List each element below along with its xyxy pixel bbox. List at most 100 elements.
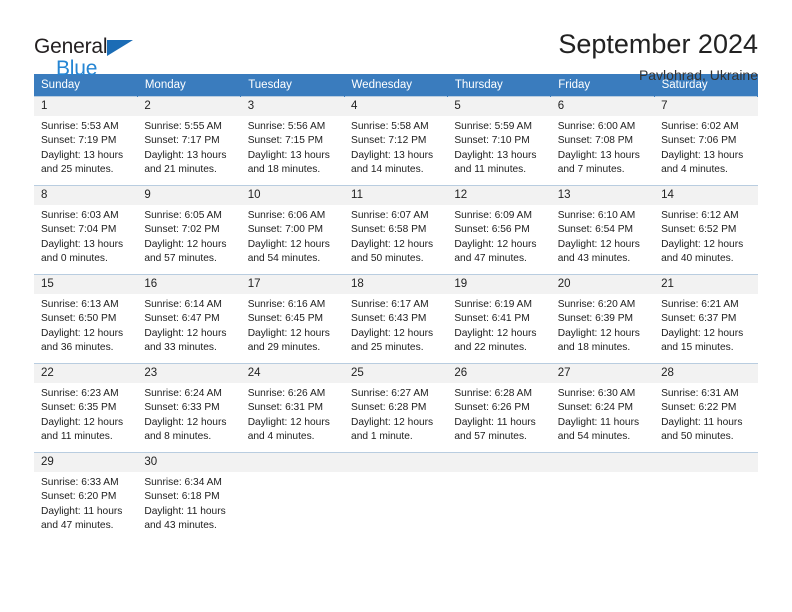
daylight-text-line1: Daylight: 12 hours bbox=[661, 238, 744, 250]
sunset-text: Sunset: 6:45 PM bbox=[247, 313, 324, 325]
calendar-day-cell[interactable]: 3 Sunrise: 5:56 AM Sunset: 7:15 PM Daylight… bbox=[240, 96, 345, 186]
calendar-day-cell[interactable]: 24 Sunrise: 6:26 AM Sunset: 6:31 PM Dayligh… bbox=[240, 363, 345, 453]
calendar-day-cell[interactable]: 28 Sunrise: 6:31 AM Sunset: 6:22 PM Dayligh… bbox=[654, 363, 758, 453]
weekday-header-wednesday: Wednesday bbox=[344, 74, 448, 97]
calendar-day-cell[interactable]: 26 Sunrise: 6:28 AM Sunset: 6:26 PM Dayligh… bbox=[447, 363, 551, 453]
day-cell-inner: 10 Sunrise: 6:06 AM Sunset: 7:00 PM Dayligh… bbox=[240, 186, 345, 274]
day-cell-inner: 30 Sunrise: 6:34 AM Sunset: 6:18 PM Dayligh… bbox=[137, 453, 241, 542]
calendar-day-cell[interactable]: 18 Sunrise: 6:17 AM Sunset: 6:43 PM Dayligh… bbox=[344, 274, 448, 364]
calendar-day-cell[interactable]: 21 Sunrise: 6:21 AM Sunset: 6:37 PM Dayligh… bbox=[654, 274, 758, 364]
day-sun-info: Sunrise: 6:00 AM Sunset: 7:08 PM Daylight:… bbox=[551, 116, 654, 178]
sunrise-text: Sunrise: 6:12 AM bbox=[661, 210, 739, 221]
daylight-text-line1: Daylight: 13 hours bbox=[247, 149, 330, 161]
day-number: 5 bbox=[447, 97, 551, 116]
day-sun-info: Sunrise: 6:21 AM Sunset: 6:37 PM Daylight:… bbox=[654, 294, 757, 356]
calendar-page: General Blue September 2024 Pavlohrad, U… bbox=[0, 0, 792, 612]
day-sun-info: Sunrise: 5:55 AM Sunset: 7:17 PM Daylight:… bbox=[137, 116, 240, 178]
calendar-day-cell[interactable]: 25 Sunrise: 6:27 AM Sunset: 6:28 PM Dayligh… bbox=[344, 363, 448, 453]
daylight-text-line1: Daylight: 12 hours bbox=[557, 327, 640, 339]
daylight-text-line1: Daylight: 13 hours bbox=[41, 238, 124, 250]
calendar-day-cell[interactable]: 11 Sunrise: 6:07 AM Sunset: 6:58 PM Dayligh… bbox=[344, 185, 448, 275]
calendar-day-cell[interactable]: 8 Sunrise: 6:03 AM Sunset: 7:04 PM Daylight… bbox=[34, 185, 138, 275]
daylight-text-line1: Daylight: 12 hours bbox=[144, 327, 227, 339]
calendar-day-cell[interactable]: 19 Sunrise: 6:19 AM Sunset: 6:41 PM Dayligh… bbox=[447, 274, 551, 364]
calendar-day-cell[interactable]: 29 Sunrise: 6:33 AM Sunset: 6:20 PM Dayligh… bbox=[34, 452, 138, 542]
sunrise-text: Sunrise: 6:19 AM bbox=[454, 299, 532, 310]
calendar-day-cell[interactable]: 22 Sunrise: 6:23 AM Sunset: 6:35 PM Dayligh… bbox=[34, 363, 138, 453]
daylight-text-line2: and 0 minutes. bbox=[41, 253, 108, 265]
sunrise-text: Sunrise: 6:07 AM bbox=[351, 210, 429, 221]
day-sun-info: Sunrise: 6:31 AM Sunset: 6:22 PM Daylight:… bbox=[654, 383, 757, 445]
day-sun-info: Sunrise: 5:53 AM Sunset: 7:19 PM Daylight:… bbox=[34, 116, 137, 178]
logo-general-text: General bbox=[34, 35, 108, 58]
day-number: 3 bbox=[240, 97, 345, 116]
calendar-day-cell[interactable]: 5 Sunrise: 5:59 AM Sunset: 7:10 PM Daylight… bbox=[447, 96, 551, 186]
calendar-day-cell[interactable]: 9 Sunrise: 6:05 AM Sunset: 7:02 PM Daylight… bbox=[137, 185, 241, 275]
calendar-table: Sunday Monday Tuesday Wednesday Thursday… bbox=[34, 74, 759, 542]
day-number: 15 bbox=[34, 275, 138, 294]
calendar-day-cell[interactable]: 16 Sunrise: 6:14 AM Sunset: 6:47 PM Dayligh… bbox=[137, 274, 241, 364]
daylight-text-line1: Daylight: 13 hours bbox=[661, 149, 744, 161]
day-number bbox=[654, 453, 758, 472]
daylight-text-line2: and 1 minute. bbox=[351, 431, 413, 443]
daylight-text-line1: Daylight: 12 hours bbox=[351, 327, 434, 339]
daylight-text-line1: Daylight: 11 hours bbox=[41, 505, 123, 517]
daylight-text-line1: Daylight: 12 hours bbox=[454, 327, 537, 339]
daylight-text-line2: and 4 minutes. bbox=[661, 164, 728, 176]
day-number: 17 bbox=[240, 275, 345, 294]
calendar-day-cell[interactable]: 23 Sunrise: 6:24 AM Sunset: 6:33 PM Dayligh… bbox=[137, 363, 241, 453]
calendar-day-cell[interactable]: 2 Sunrise: 5:55 AM Sunset: 7:17 PM Daylight… bbox=[137, 96, 241, 186]
calendar-day-cell[interactable]: 1 Sunrise: 5:53 AM Sunset: 7:19 PM Daylight… bbox=[34, 96, 138, 186]
calendar-day-cell[interactable]: 7 Sunrise: 6:02 AM Sunset: 7:06 PM Daylight… bbox=[654, 96, 758, 186]
daylight-text-line2: and 47 minutes. bbox=[454, 253, 527, 265]
calendar-day-cell[interactable]: 15 Sunrise: 6:13 AM Sunset: 6:50 PM Dayligh… bbox=[34, 274, 138, 364]
day-sun-info: Sunrise: 6:28 AM Sunset: 6:26 PM Daylight:… bbox=[447, 383, 550, 445]
day-number bbox=[550, 453, 655, 472]
calendar-day-cell[interactable]: 17 Sunrise: 6:16 AM Sunset: 6:45 PM Dayligh… bbox=[240, 274, 345, 364]
daylight-text-line1: Daylight: 12 hours bbox=[557, 238, 640, 250]
daylight-text-line2: and 57 minutes. bbox=[144, 253, 217, 265]
daylight-text-line1: Daylight: 12 hours bbox=[144, 238, 227, 250]
calendar-day-cell[interactable]: 12 Sunrise: 6:09 AM Sunset: 6:56 PM Dayligh… bbox=[447, 185, 551, 275]
day-sun-info: Sunrise: 6:34 AM Sunset: 6:18 PM Daylight:… bbox=[137, 472, 240, 534]
day-sun-info: Sunrise: 6:03 AM Sunset: 7:04 PM Daylight:… bbox=[34, 205, 137, 267]
day-sun-info: Sunrise: 6:02 AM Sunset: 7:06 PM Daylight:… bbox=[654, 116, 757, 178]
sunset-text: Sunset: 6:28 PM bbox=[351, 402, 427, 414]
calendar-day-cell[interactable]: 10 Sunrise: 6:06 AM Sunset: 7:00 PM Dayligh… bbox=[240, 185, 345, 275]
daylight-text-line1: Daylight: 11 hours bbox=[144, 505, 226, 517]
sunset-text: Sunset: 7:17 PM bbox=[144, 135, 220, 147]
sunset-text: Sunset: 7:15 PM bbox=[247, 135, 324, 147]
calendar-day-cell[interactable]: 30 Sunrise: 6:34 AM Sunset: 6:18 PM Dayligh… bbox=[137, 452, 241, 542]
calendar-day-cell[interactable]: 4 Sunrise: 5:58 AM Sunset: 7:12 PM Daylight… bbox=[344, 96, 448, 186]
day-number: 22 bbox=[34, 364, 138, 383]
calendar-empty-cell bbox=[550, 452, 655, 542]
logo-triangle-icon bbox=[107, 40, 134, 56]
day-sun-info: Sunrise: 5:58 AM Sunset: 7:12 PM Daylight:… bbox=[344, 116, 447, 178]
calendar-day-cell[interactable]: 13 Sunrise: 6:10 AM Sunset: 6:54 PM Dayligh… bbox=[550, 185, 655, 275]
day-sun-info: Sunrise: 6:13 AM Sunset: 6:50 PM Daylight:… bbox=[34, 294, 137, 356]
sunset-text: Sunset: 6:20 PM bbox=[41, 491, 117, 503]
daylight-text-line2: and 8 minutes. bbox=[144, 431, 212, 443]
daylight-text-line2: and 54 minutes. bbox=[247, 253, 321, 265]
day-sun-info: Sunrise: 6:19 AM Sunset: 6:41 PM Daylight:… bbox=[447, 294, 550, 356]
calendar-week-row: 8 Sunrise: 6:03 AM Sunset: 7:04 PM Daylight… bbox=[34, 185, 758, 275]
calendar-week-row: 1 Sunrise: 5:53 AM Sunset: 7:19 PM Daylight… bbox=[34, 96, 758, 186]
calendar-day-cell[interactable]: 20 Sunrise: 6:20 AM Sunset: 6:39 PM Dayligh… bbox=[550, 274, 655, 364]
day-cell-inner: 6 Sunrise: 6:00 AM Sunset: 7:08 PM Daylight… bbox=[550, 97, 655, 185]
sunset-text: Sunset: 7:08 PM bbox=[557, 135, 634, 147]
calendar-day-cell[interactable]: 27 Sunrise: 6:30 AM Sunset: 6:24 PM Dayligh… bbox=[550, 363, 655, 453]
day-cell-inner: 9 Sunrise: 6:05 AM Sunset: 7:02 PM Daylight… bbox=[137, 186, 241, 274]
calendar-day-cell[interactable]: 14 Sunrise: 6:12 AM Sunset: 6:52 PM Dayligh… bbox=[654, 185, 758, 275]
day-number: 13 bbox=[550, 186, 655, 205]
day-number: 20 bbox=[550, 275, 655, 294]
sunrise-text: Sunrise: 6:10 AM bbox=[557, 210, 636, 221]
daylight-text-line2: and 47 minutes. bbox=[41, 520, 114, 532]
sunset-text: Sunset: 7:06 PM bbox=[661, 135, 737, 147]
daylight-text-line1: Daylight: 11 hours bbox=[557, 416, 640, 428]
sunset-text: Sunset: 6:52 PM bbox=[661, 224, 737, 236]
calendar-day-cell[interactable]: 6 Sunrise: 6:00 AM Sunset: 7:08 PM Daylight… bbox=[550, 96, 655, 186]
daylight-text-line1: Daylight: 13 hours bbox=[557, 149, 640, 161]
daylight-text-line1: Daylight: 12 hours bbox=[247, 327, 330, 339]
sunrise-text: Sunrise: 6:26 AM bbox=[247, 388, 326, 399]
day-sun-info: Sunrise: 6:23 AM Sunset: 6:35 PM Daylight:… bbox=[34, 383, 137, 445]
